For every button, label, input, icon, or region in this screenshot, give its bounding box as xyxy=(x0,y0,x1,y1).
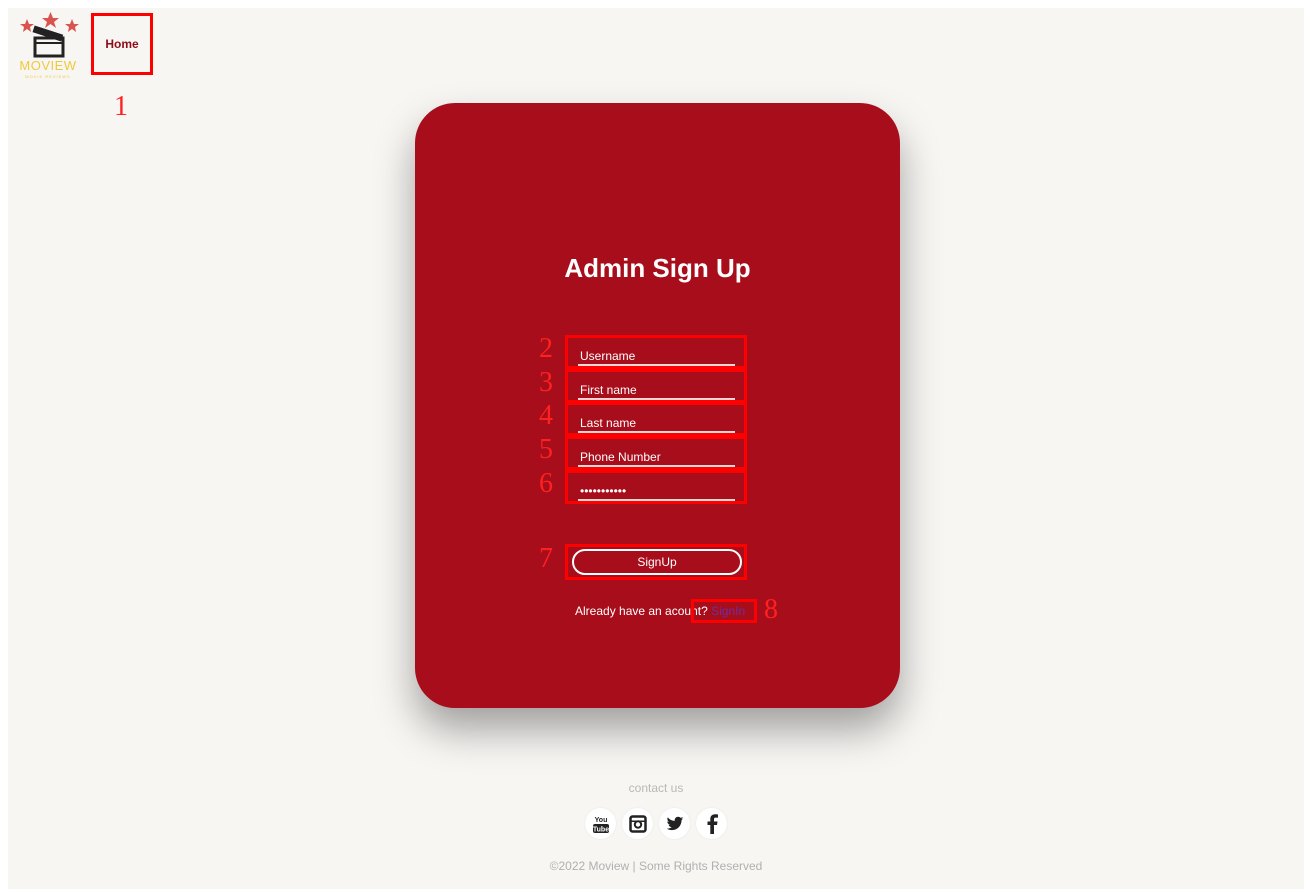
clapperboard-icon xyxy=(20,12,79,58)
annotation-number: 6 xyxy=(539,468,553,499)
last-name-input[interactable] xyxy=(578,415,735,433)
facebook-icon[interactable] xyxy=(696,808,727,839)
annotation-number: 2 xyxy=(539,333,553,364)
annotation-number: 4 xyxy=(539,400,553,431)
signup-button[interactable]: SignUp xyxy=(572,549,742,575)
signup-button-frame: SignUp xyxy=(565,544,747,580)
annotation-number: 8 xyxy=(764,594,778,625)
page: MOVIEW MOVIE REVIEWS Home 1 Admin Sign U… xyxy=(8,8,1304,889)
lastname-field-frame xyxy=(565,402,747,436)
signin-link[interactable]: SignIn xyxy=(711,604,745,618)
username-field-frame xyxy=(565,335,747,369)
already-have-account: Already have an acount? SignIn xyxy=(575,604,745,618)
annotation-number: 1 xyxy=(114,91,128,122)
contact-us-label: contact us xyxy=(628,781,684,795)
home-link[interactable]: Home xyxy=(91,13,153,75)
twitter-icon[interactable] xyxy=(659,808,690,839)
phone-number-input[interactable] xyxy=(578,449,735,467)
annotation-number: 5 xyxy=(539,434,553,465)
signup-card: Admin Sign Up 2 3 4 5 6 7 SignUp Already… xyxy=(415,103,900,708)
username-input[interactable] xyxy=(578,348,735,366)
logo-text: MOVIEW xyxy=(19,58,77,73)
svg-text:You: You xyxy=(594,817,607,824)
password-field-frame xyxy=(565,470,747,504)
annotation-number: 3 xyxy=(539,367,553,398)
phone-field-frame xyxy=(565,436,747,470)
social-links: You Tube xyxy=(8,808,1304,839)
password-input[interactable] xyxy=(578,483,735,501)
youtube-icon[interactable]: You Tube xyxy=(585,808,616,839)
already-text: Already have an acount? xyxy=(575,604,708,618)
page-title: Admin Sign Up xyxy=(564,253,751,283)
logo-subtext: MOVIE REVIEWS xyxy=(25,74,71,79)
moview-logo[interactable]: MOVIEW MOVIE REVIEWS xyxy=(15,10,81,84)
instagram-icon[interactable] xyxy=(622,808,653,839)
firstname-field-frame xyxy=(565,369,747,403)
svg-text:Tube: Tube xyxy=(592,826,608,833)
annotation-number: 7 xyxy=(539,543,553,574)
first-name-input[interactable] xyxy=(578,382,735,400)
copyright-text: ©2022 Moview | Some Rights Reserved xyxy=(549,859,763,873)
